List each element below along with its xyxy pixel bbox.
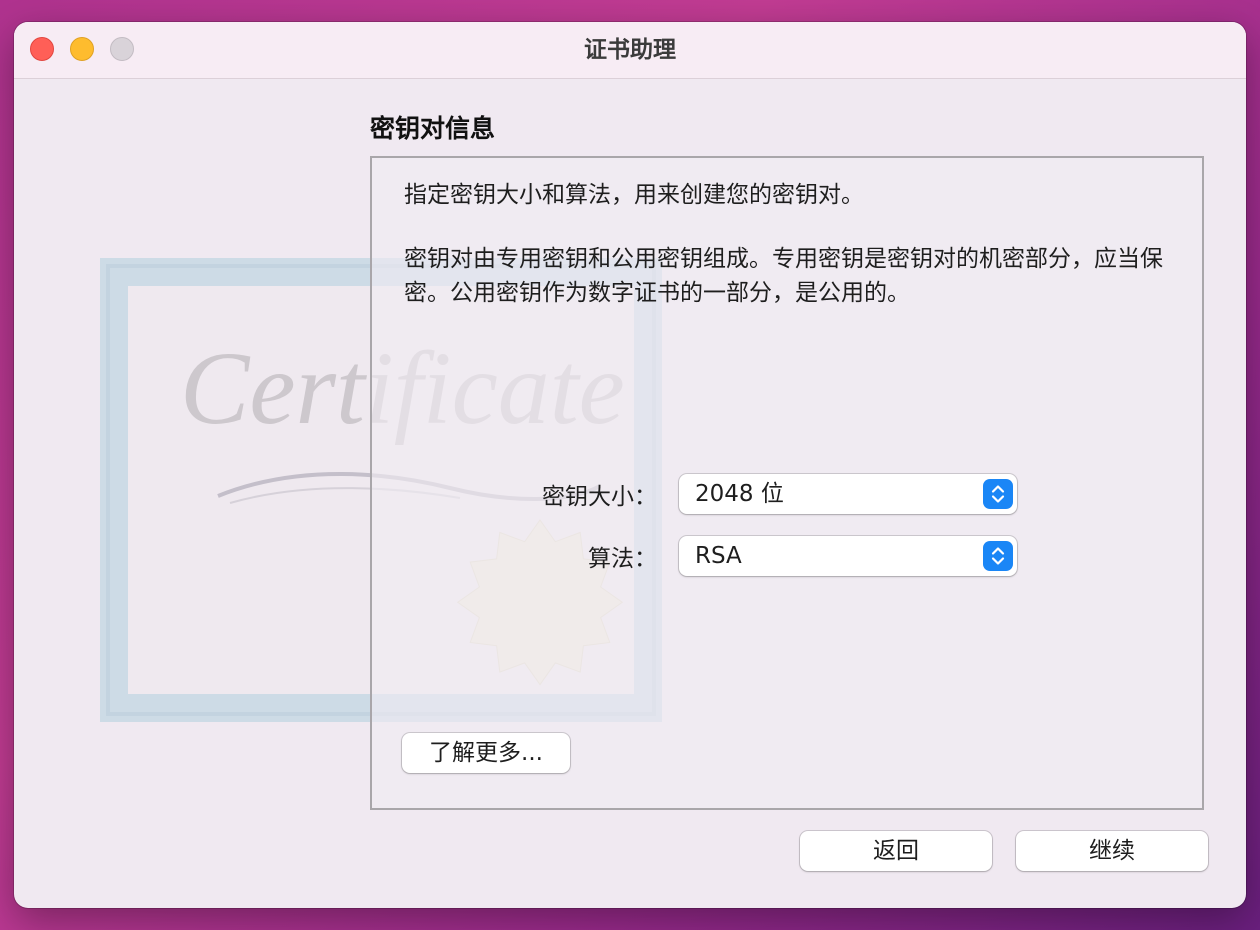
up-down-chevron-icon <box>983 479 1013 509</box>
continue-button[interactable]: 继续 <box>1016 831 1208 871</box>
key-pair-panel: 指定密钥大小和算法，用来创建您的密钥对。 密钥对由专用密钥和公用密钥组成。专用密… <box>370 156 1204 810</box>
learn-more-button[interactable]: 了解更多... <box>402 733 570 773</box>
certificate-assistant-window: 证书助理 Certificate 密钥对信息 指定密钥大小和算法，用来创建您的密… <box>14 22 1246 908</box>
description-text: 密钥对由专用密钥和公用密钥组成。专用密钥是密钥对的机密部分，应当保密。公用密钥作… <box>404 246 1163 306</box>
up-down-chevron-icon <box>983 541 1013 571</box>
algorithm-popup[interactable]: RSA <box>679 536 1017 576</box>
back-button[interactable]: 返回 <box>800 831 992 871</box>
algorithm-label: 算法： <box>588 546 657 572</box>
key-size-label: 密钥大小： <box>542 484 657 510</box>
intro-text: 指定密钥大小和算法，用来创建您的密钥对。 <box>404 182 864 208</box>
key-size-value: 2048 位 <box>695 481 784 507</box>
section-title: 密钥对信息 <box>370 114 496 143</box>
key-size-popup[interactable]: 2048 位 <box>679 474 1017 514</box>
title-bar: 证书助理 <box>14 22 1246 79</box>
algorithm-value: RSA <box>695 543 742 569</box>
window-title: 证书助理 <box>584 37 676 63</box>
content-area: Certificate 密钥对信息 指定密钥大小和算法，用来创建您的密钥对。 密… <box>14 79 1246 908</box>
